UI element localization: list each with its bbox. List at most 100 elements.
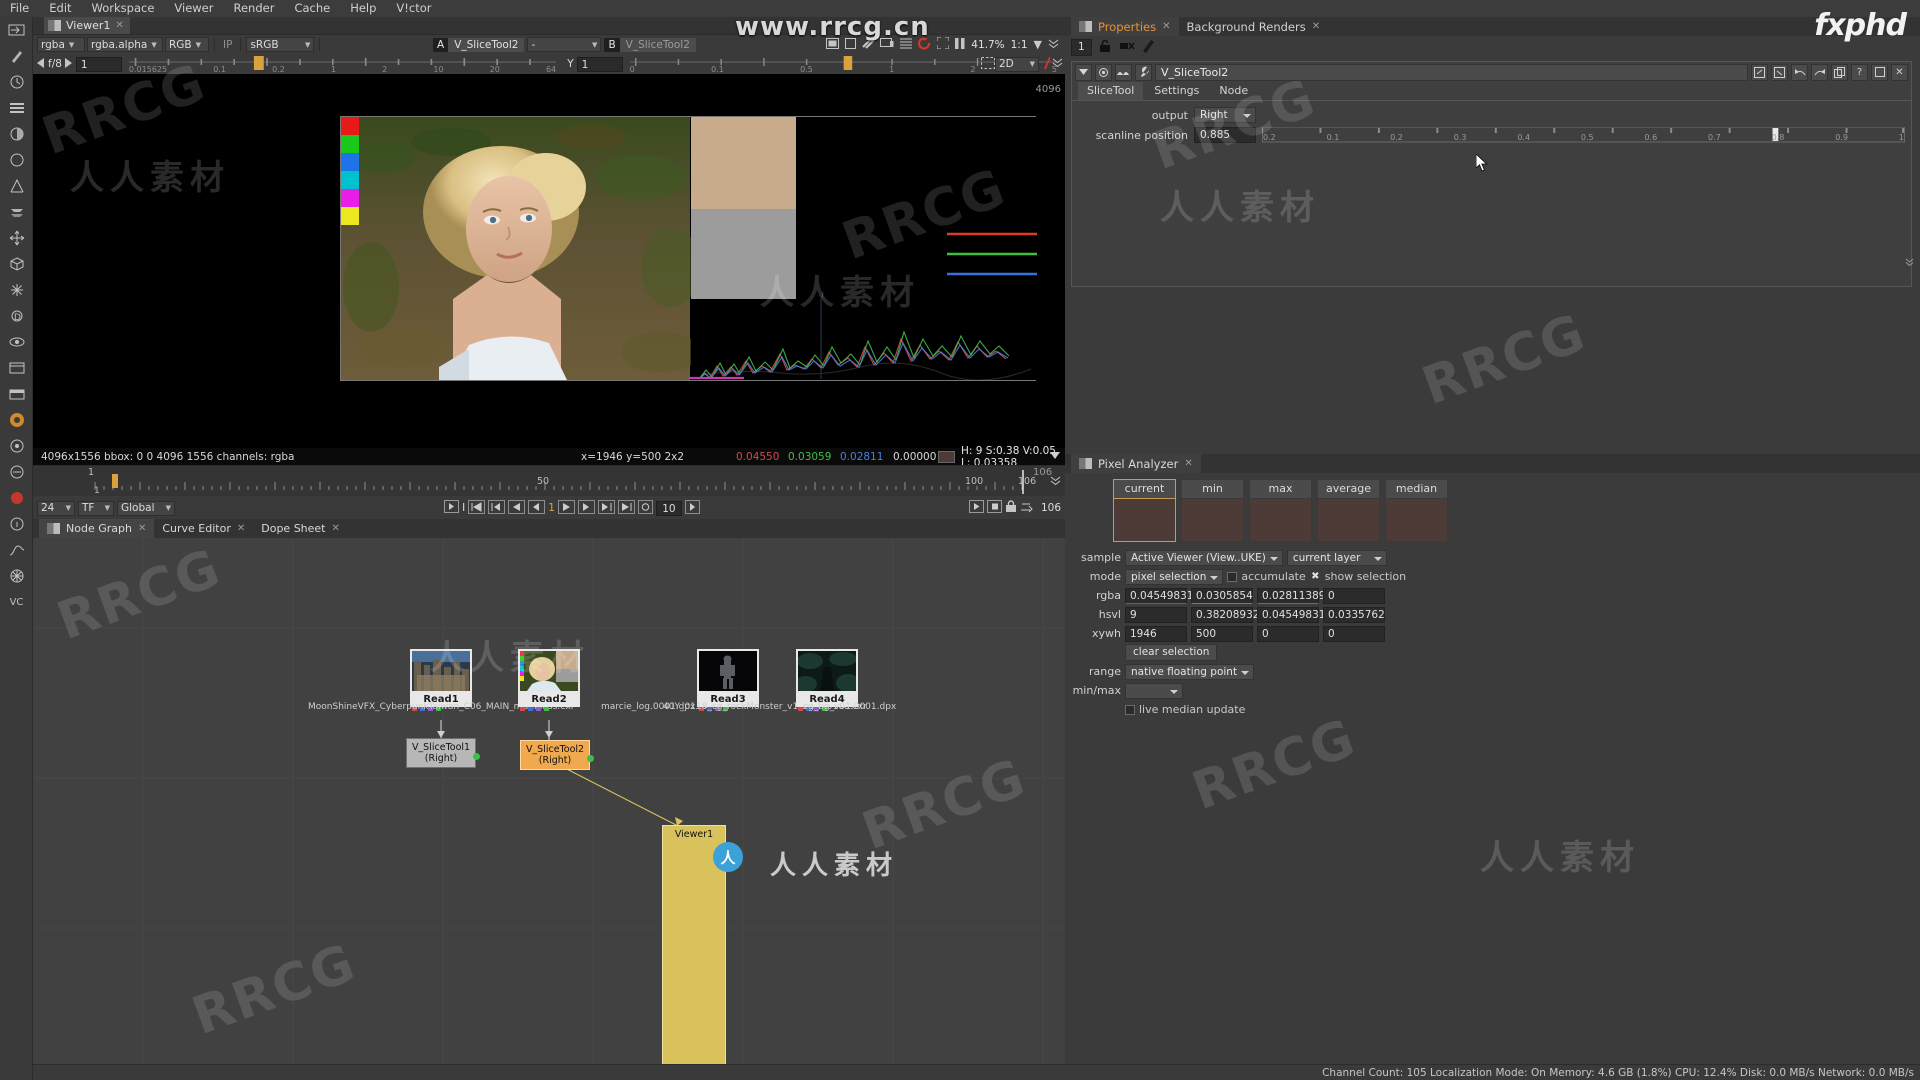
play-backward-icon[interactable] [508, 499, 526, 517]
menu-item-edit[interactable]: Edit [39, 0, 81, 17]
expand-chevrons-icon[interactable] [1048, 38, 1059, 52]
param-scanline-slider[interactable]: 0.2 0.1 0.2 0.3 0.4 0.5 0.6 0.7 0.8 0.9 … [1261, 126, 1906, 143]
gain-next-arrow-icon[interactable] [64, 57, 73, 71]
roi-dashed-icon[interactable] [981, 56, 995, 72]
timeline-ruler[interactable]: 1 1 50 100 106 106 [33, 466, 1065, 496]
display-mode-select[interactable]: RGB ▼ [165, 37, 209, 52]
menu-item-viewer[interactable]: Viewer [164, 0, 223, 17]
node-read4[interactable]: Read4 [796, 649, 858, 711]
gain-prev-arrow-icon[interactable] [37, 57, 45, 71]
metadata-icon[interactable] [0, 355, 33, 381]
chevron-down-icon[interactable] [1050, 451, 1060, 463]
record-icon[interactable] [987, 500, 1003, 516]
curve-icon[interactable] [0, 537, 33, 563]
alpha-channel-select[interactable]: rgba.alpha ▼ [87, 37, 163, 52]
tab-node-graph[interactable]: Node Graph ✕ [39, 519, 155, 538]
monitor-out-icon[interactable] [880, 37, 894, 52]
xywh-x-field[interactable]: 1946 [1125, 625, 1187, 642]
tab-slicetool[interactable]: SliceTool [1078, 82, 1144, 100]
tab-settings[interactable]: Settings [1145, 82, 1209, 100]
clip-warning-icon[interactable] [826, 37, 840, 52]
prev-frame-icon[interactable] [528, 499, 546, 517]
edit-icon[interactable] [1141, 38, 1156, 56]
float-icon[interactable] [1871, 63, 1888, 81]
proxy-ratio[interactable]: 1:1 [1011, 39, 1028, 51]
close-icon[interactable]: ✕ [332, 523, 340, 534]
increment-input[interactable]: 10 [655, 500, 682, 516]
color-icon[interactable] [0, 121, 33, 147]
gamma-input[interactable]: 1 [576, 56, 623, 72]
properties-scroll-chevron-icon[interactable] [1905, 257, 1915, 270]
clear-selection-button[interactable]: clear selection [1125, 644, 1218, 661]
node-name-field[interactable]: V_SliceTool2 [1155, 63, 1748, 81]
playback-play-icon[interactable] [969, 500, 985, 516]
copy-icon[interactable] [1831, 63, 1848, 81]
3d-icon[interactable] [0, 251, 33, 277]
pen-icon[interactable] [1043, 56, 1051, 73]
layer-select[interactable]: current layer [1286, 549, 1387, 566]
swatch-median[interactable]: median [1385, 479, 1448, 542]
menu-item-file[interactable]: File [0, 0, 39, 17]
sample-select[interactable]: Active Viewer (View..UKE) [1125, 549, 1283, 566]
close-icon[interactable]: ✕ [1312, 21, 1320, 32]
node-v-slicetool2[interactable]: V_SliceTool2 (Right) [520, 740, 594, 770]
close-icon[interactable]: ✕ [1184, 458, 1192, 469]
param-output-select[interactable]: Right [1194, 107, 1256, 123]
gain-input[interactable]: 1 [75, 56, 122, 72]
prev-keyframe-icon[interactable] [488, 499, 506, 517]
range-select[interactable]: native floating point [1125, 663, 1255, 680]
refresh-icon[interactable] [918, 36, 931, 53]
next-keyframe-icon[interactable] [597, 499, 615, 517]
tab-properties[interactable]: Properties ✕ [1071, 17, 1179, 36]
channel-icon[interactable] [0, 95, 33, 121]
unlock-icon[interactable] [1098, 39, 1113, 56]
redo-icon[interactable] [1811, 63, 1828, 81]
close-icon[interactable]: ✕ [1891, 63, 1908, 81]
load-icon[interactable] [1751, 63, 1768, 81]
menu-item-help[interactable]: Help [340, 0, 386, 17]
rgba-a-field[interactable]: 0 [1323, 587, 1385, 604]
mask-icon[interactable] [1115, 63, 1132, 81]
toolsets-icon[interactable] [0, 381, 33, 407]
tab-pixel-analyzer[interactable]: Pixel Analyzer ✕ [1071, 454, 1201, 473]
node-v-slicetool1[interactable]: V_SliceTool1 (Right) [406, 738, 480, 768]
close-icon[interactable]: ✕ [138, 523, 146, 534]
node-graph-canvas[interactable]: Read1 MoonShineVFX_CyberpunkTaiwan_C06_M… [33, 538, 1065, 1080]
info-icon[interactable] [0, 511, 33, 537]
menu-item-victor[interactable]: V!ctor [386, 0, 441, 17]
current-frame-indicator[interactable]: 1 [548, 502, 555, 514]
param-scanline-field[interactable]: 0.885 [1194, 127, 1256, 143]
colorspace-select[interactable]: sRGB ▼ [246, 37, 315, 52]
chevron-down-icon[interactable]: ▼ [1034, 38, 1042, 51]
tab-curve-editor[interactable]: Curve Editor ✕ [154, 519, 254, 538]
input-a[interactable]: A V_SliceTool2 [433, 37, 525, 52]
particles-icon[interactable] [0, 277, 33, 303]
hsvl-l-field[interactable]: 0.0335762 [1323, 606, 1385, 623]
swatch-average[interactable]: average [1317, 479, 1380, 542]
channel-select[interactable]: rgba ▼ [37, 37, 85, 52]
gizmo-icon[interactable] [0, 407, 33, 433]
network-icon[interactable] [0, 563, 33, 589]
roi-icon[interactable] [936, 36, 950, 52]
remove-all-icon[interactable] [1119, 39, 1135, 56]
node-read2[interactable]: Read2 [518, 649, 580, 711]
properties-count[interactable]: 1 [1071, 38, 1092, 56]
zoom-level[interactable]: 41.7% [971, 39, 1004, 51]
gain-slider[interactable]: 0.015625 0.1 0.2 1 2 10 20 64 [128, 56, 557, 74]
next-frame-icon[interactable] [577, 499, 595, 517]
save-icon[interactable] [1771, 63, 1788, 81]
node-v-slicetool2-output-pin[interactable] [587, 755, 594, 762]
node-viewer1[interactable]: Viewer1 [662, 825, 726, 1080]
nodes-icon[interactable] [0, 433, 33, 459]
proxy-icon[interactable] [845, 37, 857, 52]
menu-item-cache[interactable]: Cache [284, 0, 340, 17]
draw-icon[interactable] [0, 43, 33, 69]
mode-select[interactable]: pixel selection [1125, 568, 1224, 585]
fps-mode-select[interactable]: TF ▼ [78, 500, 114, 516]
minmax-select[interactable] [1125, 682, 1183, 699]
last-frame-icon[interactable] [617, 499, 635, 517]
plugin-icon[interactable] [0, 485, 33, 511]
accumulate-checkbox[interactable] [1227, 571, 1238, 582]
wrench-icon[interactable] [1135, 63, 1152, 81]
menu-item-workspace[interactable]: Workspace [82, 0, 165, 17]
